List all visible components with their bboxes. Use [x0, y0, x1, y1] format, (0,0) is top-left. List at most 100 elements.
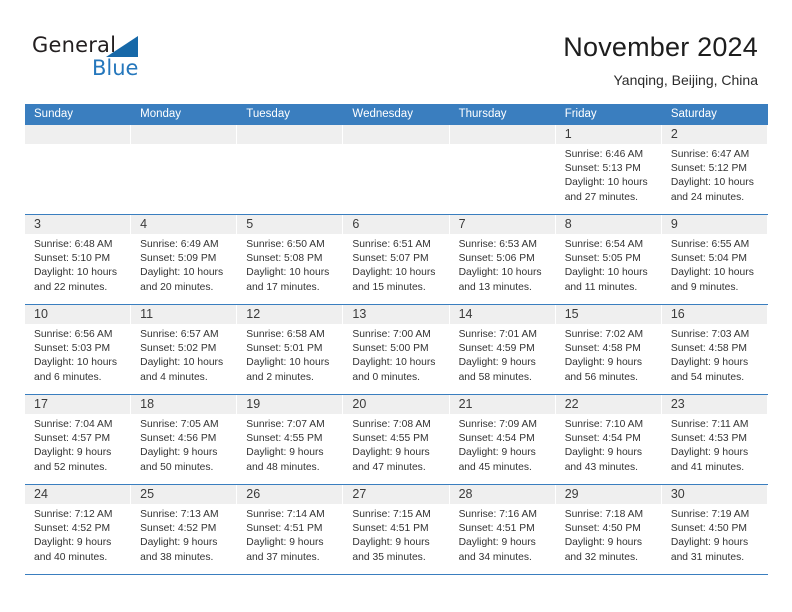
- sunrise-line: Sunrise: 7:12 AM: [34, 509, 113, 520]
- calendar-day-cell[interactable]: 19 Sunrise: 7:07 AM Sunset: 4:55 PM Dayligh…: [237, 395, 344, 484]
- calendar-day-cell[interactable]: 28 Sunrise: 7:16 AM Sunset: 4:51 PM Dayligh…: [449, 485, 556, 574]
- calendar-day-cell[interactable]: 29 Sunrise: 7:18 AM Sunset: 4:50 PM Dayligh…: [555, 485, 662, 574]
- daylight-line-1: Daylight: 9 hours: [458, 537, 536, 549]
- calendar-day-cell[interactable]: 20 Sunrise: 7:08 AM Sunset: 4:55 PM Dayligh…: [343, 395, 450, 484]
- calendar-day-cell[interactable]: 5 Sunrise: 6:50 AM Sunset: 5:08 PM Daylight…: [237, 215, 344, 304]
- day-details: Sunrise: 7:11 AM Sunset: 4:53 PM Daylight:…: [662, 414, 767, 475]
- day-number-bar: [25, 125, 131, 144]
- day-details: Sunrise: 6:57 AM Sunset: 5:02 PM Daylight:…: [131, 324, 236, 385]
- day-number: 25: [140, 487, 155, 501]
- calendar-day-cell[interactable]: 15 Sunrise: 7:02 AM Sunset: 4:58 PM Dayligh…: [555, 305, 662, 394]
- calendar-day-cell[interactable]: 23 Sunrise: 7:11 AM Sunset: 4:53 PM Dayligh…: [661, 395, 768, 484]
- daylight-line-1: Daylight: 10 hours: [670, 267, 754, 279]
- day-number-bar: 21: [449, 395, 555, 414]
- sunrise-line: Sunrise: 6:58 AM: [246, 329, 325, 340]
- calendar-day-empty: [25, 125, 132, 214]
- day-number-bar: [131, 125, 237, 144]
- daylight-line-1: Daylight: 10 hours: [140, 357, 224, 369]
- calendar-day-cell[interactable]: 3 Sunrise: 6:48 AM Sunset: 5:10 PM Daylight…: [25, 215, 132, 304]
- day-number: 5: [246, 217, 254, 231]
- calendar-day-cell[interactable]: 13 Sunrise: 7:00 AM Sunset: 5:00 PM Dayligh…: [343, 305, 450, 394]
- calendar-day-cell[interactable]: 24 Sunrise: 7:12 AM Sunset: 4:52 PM Dayligh…: [25, 485, 132, 574]
- daylight-line-1: Daylight: 9 hours: [352, 447, 430, 459]
- sunrise-line: Sunrise: 7:13 AM: [140, 509, 219, 520]
- calendar-week-row: 3 Sunrise: 6:48 AM Sunset: 5:10 PM Daylight…: [25, 215, 768, 305]
- calendar-week-row: 17 Sunrise: 7:04 AM Sunset: 4:57 PM Dayligh…: [25, 395, 768, 485]
- calendar-day-cell[interactable]: 7 Sunrise: 6:53 AM Sunset: 5:06 PM Daylight…: [449, 215, 556, 304]
- day-number: 13: [352, 307, 367, 321]
- calendar-week-row: 24 Sunrise: 7:12 AM Sunset: 4:52 PM Dayligh…: [25, 485, 768, 575]
- daylight-line-2: and 4 minutes.: [140, 371, 208, 383]
- day-number: 27: [352, 487, 367, 501]
- daylight-line-1: Daylight: 10 hours: [34, 267, 117, 279]
- day-details: Sunrise: 6:53 AM Sunset: 5:06 PM Daylight:…: [450, 234, 555, 295]
- calendar-day-cell[interactable]: 21 Sunrise: 7:09 AM Sunset: 4:54 PM Dayligh…: [449, 395, 556, 484]
- calendar-day-cell[interactable]: 12 Sunrise: 6:58 AM Sunset: 5:01 PM Dayligh…: [237, 305, 344, 394]
- day-details: Sunrise: 6:46 AM Sunset: 5:13 PM Daylight:…: [556, 144, 661, 205]
- calendar-day-cell[interactable]: 26 Sunrise: 7:14 AM Sunset: 4:51 PM Dayligh…: [237, 485, 344, 574]
- calendar-day-cell[interactable]: 11 Sunrise: 6:57 AM Sunset: 5:02 PM Dayligh…: [131, 305, 238, 394]
- calendar-day-cell[interactable]: 30 Sunrise: 7:19 AM Sunset: 4:50 PM Dayligh…: [661, 485, 768, 574]
- sunrise-line: Sunrise: 6:54 AM: [564, 239, 644, 250]
- daylight-line-1: Daylight: 9 hours: [670, 537, 749, 549]
- daylight-line-2: and 27 minutes.: [564, 191, 638, 203]
- calendar-day-cell[interactable]: 8 Sunrise: 6:54 AM Sunset: 5:05 PM Daylight…: [555, 215, 662, 304]
- sunset-line: Sunset: 5:02 PM: [140, 343, 217, 355]
- daylight-line-1: Daylight: 10 hours: [34, 357, 117, 369]
- day-details: Sunrise: 6:47 AM Sunset: 5:12 PM Daylight:…: [662, 144, 767, 205]
- day-number-bar: 26: [237, 485, 343, 504]
- daylight-line-2: and 0 minutes.: [352, 371, 420, 383]
- weekday-friday: Friday: [564, 108, 597, 120]
- calendar-day-cell[interactable]: 25 Sunrise: 7:13 AM Sunset: 4:52 PM Dayligh…: [131, 485, 238, 574]
- calendar-day-cell[interactable]: 14 Sunrise: 7:01 AM Sunset: 4:59 PM Dayligh…: [449, 305, 556, 394]
- calendar-day-cell[interactable]: 27 Sunrise: 7:15 AM Sunset: 4:51 PM Dayligh…: [343, 485, 450, 574]
- calendar-day-empty: [131, 125, 238, 214]
- weekday-monday: Monday: [140, 108, 182, 120]
- sunset-line: Sunset: 4:52 PM: [34, 523, 111, 535]
- daylight-line-1: Daylight: 9 hours: [34, 537, 112, 549]
- calendar-page: General Blue November 2024 Yanqing, Beij…: [0, 0, 792, 612]
- weekday-wednesday: Wednesday: [352, 108, 413, 120]
- day-details: Sunrise: 7:10 AM Sunset: 4:54 PM Daylight:…: [556, 414, 661, 475]
- day-number: 4: [140, 217, 148, 231]
- calendar-day-cell[interactable]: 9 Sunrise: 6:55 AM Sunset: 5:04 PM Daylight…: [661, 215, 768, 304]
- sunset-line: Sunset: 4:53 PM: [670, 433, 747, 445]
- weekday-sunday: Sunday: [34, 108, 74, 120]
- calendar-day-cell[interactable]: 1 Sunrise: 6:46 AM Sunset: 5:13 PM Daylight…: [555, 125, 662, 214]
- calendar-day-cell[interactable]: 16 Sunrise: 7:03 AM Sunset: 4:58 PM Dayligh…: [661, 305, 768, 394]
- day-details: Sunrise: 7:04 AM Sunset: 4:57 PM Daylight:…: [25, 414, 130, 475]
- general-blue-logo[interactable]: General Blue: [32, 33, 212, 85]
- daylight-line-2: and 31 minutes.: [670, 551, 745, 563]
- sunset-line: Sunset: 5:09 PM: [140, 253, 217, 265]
- calendar-day-cell[interactable]: 22 Sunrise: 7:10 AM Sunset: 4:54 PM Dayligh…: [555, 395, 662, 484]
- daylight-line-2: and 20 minutes.: [140, 281, 214, 293]
- calendar-day-cell[interactable]: 4 Sunrise: 6:49 AM Sunset: 5:09 PM Daylight…: [131, 215, 238, 304]
- sunset-line: Sunset: 4:58 PM: [564, 343, 641, 355]
- calendar-day-cell[interactable]: 6 Sunrise: 6:51 AM Sunset: 5:07 PM Daylight…: [343, 215, 450, 304]
- sunset-line: Sunset: 4:56 PM: [140, 433, 217, 445]
- day-number: 8: [564, 217, 572, 231]
- sunset-line: Sunset: 5:07 PM: [352, 253, 429, 265]
- daylight-line-2: and 35 minutes.: [352, 551, 426, 563]
- daylight-line-2: and 15 minutes.: [352, 281, 426, 293]
- daylight-line-1: Daylight: 9 hours: [564, 447, 642, 459]
- calendar-grid: Sunday Monday Tuesday Wednesday Thursday…: [25, 104, 768, 575]
- sunrise-line: Sunrise: 6:46 AM: [564, 149, 644, 160]
- day-number-bar: 20: [343, 395, 449, 414]
- calendar-day-empty: [237, 125, 344, 214]
- calendar-day-cell[interactable]: 2 Sunrise: 6:47 AM Sunset: 5:12 PM Daylight…: [661, 125, 768, 214]
- calendar-day-cell[interactable]: 18 Sunrise: 7:05 AM Sunset: 4:56 PM Dayligh…: [131, 395, 238, 484]
- daylight-line-2: and 43 minutes.: [564, 461, 638, 473]
- day-details: Sunrise: 7:05 AM Sunset: 4:56 PM Daylight:…: [131, 414, 236, 475]
- daylight-line-1: Daylight: 10 hours: [246, 267, 330, 279]
- day-details: Sunrise: 7:19 AM Sunset: 4:50 PM Daylight:…: [662, 504, 767, 565]
- sunrise-line: Sunrise: 7:04 AM: [34, 419, 113, 430]
- sunset-line: Sunset: 5:01 PM: [246, 343, 323, 355]
- day-number: 20: [352, 397, 367, 411]
- calendar-day-cell[interactable]: 10 Sunrise: 6:56 AM Sunset: 5:03 PM Dayligh…: [25, 305, 132, 394]
- sunrise-line: Sunrise: 6:49 AM: [140, 239, 219, 250]
- sunrise-line: Sunrise: 7:03 AM: [670, 329, 750, 340]
- day-number-bar: 17: [25, 395, 131, 414]
- daylight-line-1: Daylight: 9 hours: [458, 447, 536, 459]
- calendar-day-cell[interactable]: 17 Sunrise: 7:04 AM Sunset: 4:57 PM Dayligh…: [25, 395, 132, 484]
